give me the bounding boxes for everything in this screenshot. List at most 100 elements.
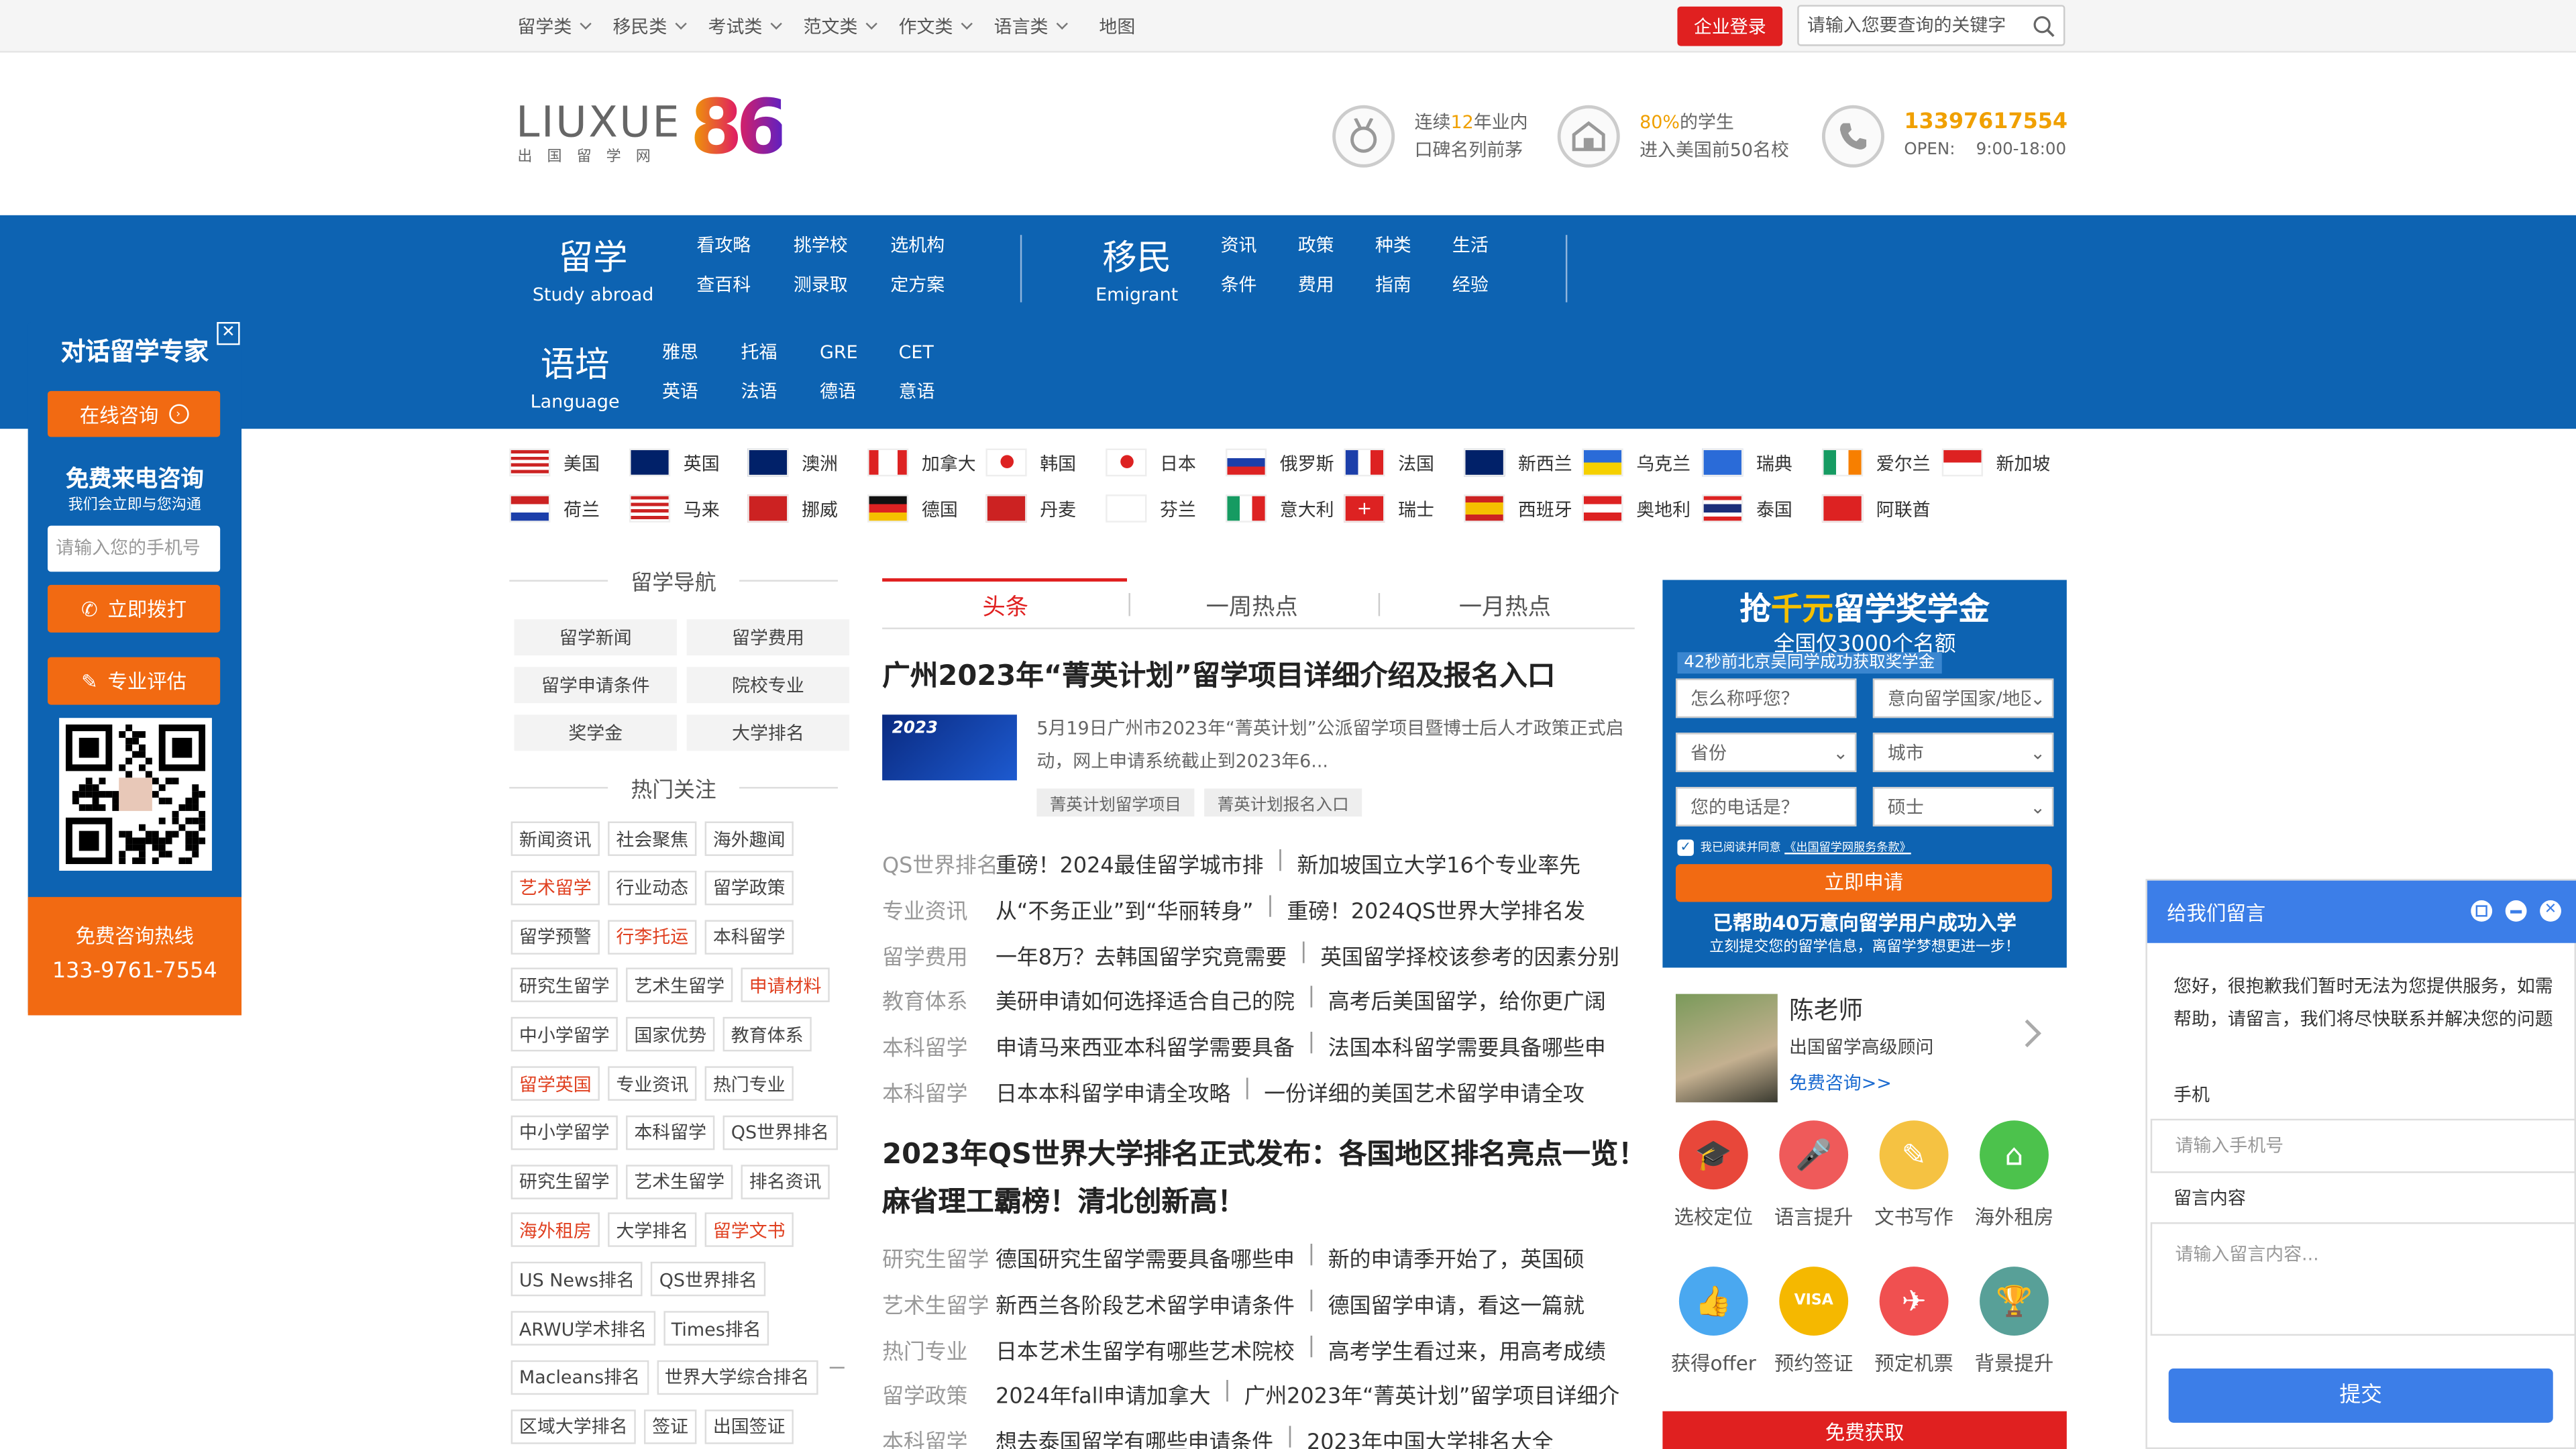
province-select[interactable]: 省份 ⌄ <box>1675 733 1857 773</box>
hot-tag[interactable]: 艺术生留学 <box>626 1164 733 1199</box>
country-阿联酋[interactable]: 阿联酋 <box>1821 494 1931 523</box>
country-挪威[interactable]: 挪威 <box>747 494 838 523</box>
service-获得offer[interactable]: 👍 获得offer <box>1671 1267 1756 1377</box>
hot-tag[interactable]: 排名资讯 <box>741 1164 830 1199</box>
hot-tag[interactable]: 海外租房 <box>511 1213 600 1248</box>
country-韩国[interactable]: 韩国 <box>985 448 1076 477</box>
hot-tag[interactable]: QS世界排名 <box>651 1262 766 1297</box>
hot-tag[interactable]: ARWU学术排名 <box>511 1311 655 1346</box>
country-意大利[interactable]: 意大利 <box>1225 494 1334 523</box>
hot-tag[interactable]: 签证 <box>643 1409 697 1444</box>
submit-button[interactable]: 提交 <box>2168 1368 2553 1423</box>
phone-input[interactable]: 您的电话是？ <box>1675 787 1857 826</box>
country-乌克兰[interactable]: 乌克兰 <box>1582 448 1690 477</box>
service-选校定位[interactable]: 🎓 选校定位 <box>1671 1120 1756 1230</box>
country-丹麦[interactable]: 丹麦 <box>985 494 1076 523</box>
news-category[interactable]: QS世界排名 <box>882 848 998 879</box>
country-西班牙[interactable]: 西班牙 <box>1464 494 1572 523</box>
service-海外租房[interactable]: ⌂ 海外租房 <box>1972 1120 2057 1230</box>
advisor-card[interactable]: 陈老师 出国留学高级顾问 免费咨询>> <box>1662 985 2066 1107</box>
hot-tag[interactable]: 留学文书 <box>704 1213 794 1248</box>
news-category[interactable]: 留学费用 <box>882 939 996 971</box>
service-预约签证[interactable]: VISA 预约签证 <box>1771 1267 1856 1377</box>
news-link[interactable]: 法国本科留学需要具备哪些申 <box>1328 1030 1606 1062</box>
hot-tag[interactable]: 艺术生留学 <box>626 968 733 1003</box>
hot-tag[interactable]: 行李托运 <box>608 919 697 954</box>
hot-tag[interactable]: 大学排名 <box>608 1213 697 1248</box>
news-link[interactable]: 想去泰国留学有哪些申请条件 <box>996 1425 1273 1449</box>
news-category[interactable]: 教育体系 <box>882 985 996 1016</box>
nav-link[interactable]: 费用 <box>1298 266 1375 306</box>
country-泰国[interactable]: 泰国 <box>1702 494 1792 523</box>
enterprise-login-button[interactable]: 企业登录 <box>1677 6 1783 46</box>
country-澳洲[interactable]: 澳洲 <box>747 448 838 477</box>
minimize-icon[interactable] <box>2505 900 2527 922</box>
news-link[interactable]: 高考学生看过来，用高考成绩 <box>1328 1334 1606 1364</box>
hot-tag[interactable]: 本科留学 <box>704 919 794 954</box>
maximize-icon[interactable] <box>2471 900 2493 922</box>
menu-yuyan[interactable]: 语言类 <box>994 13 1068 40</box>
hot-tag[interactable]: 艺术留学 <box>511 870 600 905</box>
hot-tag[interactable]: 区域大学排名 <box>511 1409 636 1444</box>
nav-item-conditions[interactable]: 留学申请条件 <box>514 667 677 704</box>
nav-link[interactable]: 德语 <box>820 373 899 413</box>
nav-link[interactable]: 法语 <box>741 373 820 413</box>
nav-link[interactable]: 英语 <box>662 373 741 413</box>
tab-headline[interactable]: 头条 <box>882 590 1128 623</box>
close-icon[interactable]: ✕ <box>2540 900 2561 922</box>
nav-study[interactable]: 留学 Study abroad <box>517 231 668 305</box>
nav-link[interactable]: 指南 <box>1375 266 1452 306</box>
news-link[interactable]: 2023年中国大学排名大全 <box>1307 1425 1554 1449</box>
hot-tag[interactable]: QS世界排名 <box>722 1115 838 1150</box>
hot-tag[interactable]: 留学政策 <box>704 870 794 905</box>
news-category[interactable]: 本科留学 <box>882 1076 996 1108</box>
nav-link[interactable]: 雅思 <box>662 333 741 373</box>
nav-emigrant[interactable]: 移民 Emigrant <box>1081 231 1193 305</box>
callback-phone-input[interactable]: 请输入您的手机号 <box>48 525 221 572</box>
news-link[interactable]: 日本艺术生留学有哪些艺术院校 <box>996 1334 1295 1364</box>
hot-tag[interactable]: 出国签证 <box>704 1409 794 1444</box>
country-select[interactable]: 意向留学国家/地区 ⌄ <box>1872 678 2054 718</box>
nav-item-news[interactable]: 留学新闻 <box>514 619 677 656</box>
menu-yimin[interactable]: 移民类 <box>612 13 687 40</box>
hot-tag[interactable]: 留学英国 <box>511 1066 600 1101</box>
hotline-number[interactable]: 13397617554 <box>1904 109 2068 137</box>
evaluate-button[interactable]: ✎ 专业评估 <box>48 657 221 705</box>
tab-month[interactable]: 一月热点 <box>1382 590 1628 623</box>
country-瑞典[interactable]: 瑞典 <box>1702 448 1792 477</box>
news-link[interactable]: 德国留学申请，看这一篇就 <box>1328 1288 1585 1319</box>
news-category[interactable]: 艺术生留学 <box>882 1288 996 1319</box>
country-荷兰[interactable]: 荷兰 <box>509 494 600 523</box>
terms-link[interactable]: 《出国留学网服务条款》 <box>1784 841 1911 855</box>
chevron-right-icon[interactable] <box>2013 1019 2041 1048</box>
nav-link[interactable]: GRE <box>820 333 899 373</box>
search-icon[interactable] <box>2032 15 2055 38</box>
news-link[interactable]: 美研申请如何选择适合自己的院 <box>996 985 1295 1016</box>
news-link[interactable]: 新西兰各阶段艺术留学申请条件 <box>996 1288 1295 1319</box>
message-textarea[interactable]: 请输入留言内容... <box>2150 1222 2576 1336</box>
hot-tag[interactable]: 中小学留学 <box>511 1115 618 1150</box>
hot-tag[interactable]: Macleans排名 <box>511 1360 649 1395</box>
menu-kaoshi[interactable]: 考试类 <box>708 13 782 40</box>
nav-link[interactable]: 政策 <box>1298 227 1375 266</box>
country-瑞士[interactable]: + 瑞士 <box>1344 494 1434 523</box>
degree-select[interactable]: 硕士 ⌄ <box>1872 787 2054 826</box>
keyword-pill[interactable]: 菁英计划报名入口 <box>1204 788 1362 817</box>
nav-link[interactable]: 种类 <box>1375 227 1452 266</box>
news-link[interactable]: 高考后美国留学，给你更广阔 <box>1328 985 1606 1016</box>
menu-liuxue[interactable]: 留学类 <box>517 13 592 40</box>
hot-tag[interactable]: 研究生留学 <box>511 1164 618 1199</box>
country-俄罗斯[interactable]: 俄罗斯 <box>1225 448 1334 477</box>
country-新西兰[interactable]: 新西兰 <box>1464 448 1572 477</box>
news-link[interactable]: 新的申请季开始了，英国硕 <box>1328 1242 1585 1273</box>
nav-item-majors[interactable]: 院校专业 <box>686 667 850 704</box>
hot-tag[interactable]: 中小学留学 <box>511 1017 618 1052</box>
hot-tag[interactable]: US News排名 <box>511 1262 643 1297</box>
headline-2[interactable]: 2023年QS世界大学排名正式发布：各国地区排名亮点一览！ <box>882 1130 1646 1171</box>
agree-checkbox[interactable]: ✓ <box>1677 839 1694 856</box>
nav-link[interactable]: 意语 <box>899 373 978 413</box>
news-link[interactable]: 重磅！2024最佳留学城市排 <box>996 848 1263 879</box>
nav-language[interactable]: 语培 Language <box>517 338 632 412</box>
hot-tag[interactable]: Times排名 <box>663 1311 769 1346</box>
menu-zuowen[interactable]: 作文类 <box>899 13 973 40</box>
